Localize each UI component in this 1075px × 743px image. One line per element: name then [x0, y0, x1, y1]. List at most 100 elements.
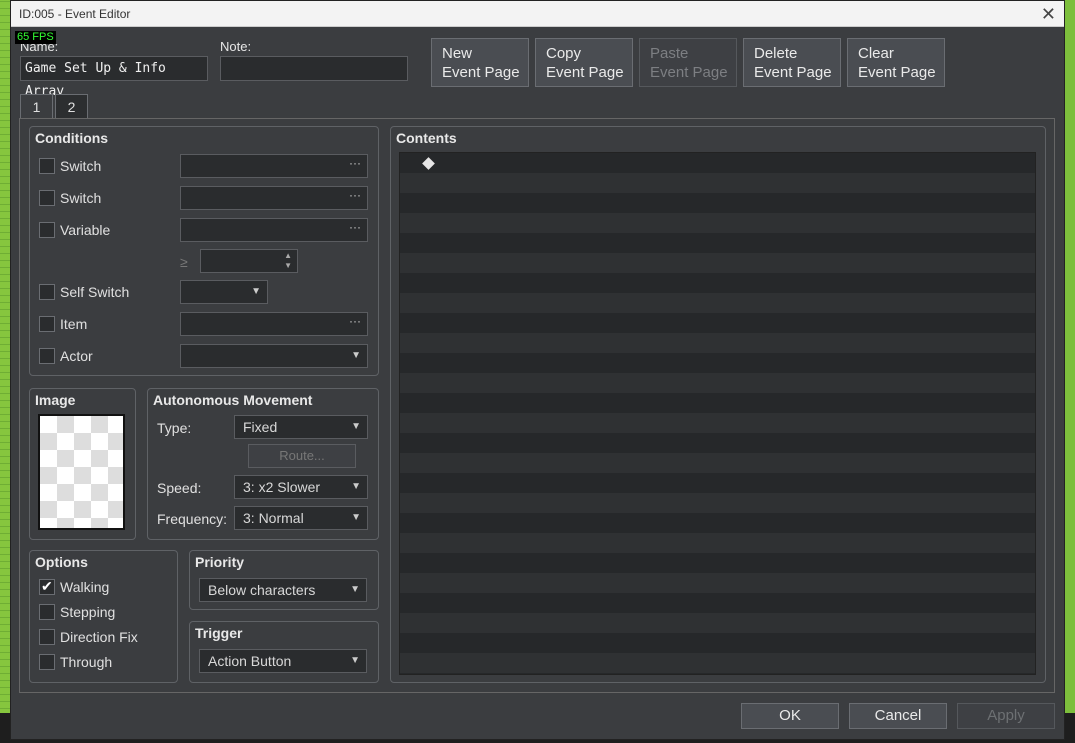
priority-title: Priority	[195, 554, 245, 570]
variable-checkbox[interactable]	[39, 222, 55, 238]
autonomous-movement-group: Autonomous Movement Type: Fixed ▼ Route..…	[147, 388, 379, 540]
frequency-label: Frequency:	[157, 511, 228, 527]
stepping-label: Stepping	[60, 604, 116, 620]
command-marker-icon[interactable]	[422, 157, 435, 170]
switch2-selector[interactable]: ···	[180, 186, 368, 210]
chevron-down-icon: ▼	[351, 481, 361, 492]
movement-title: Autonomous Movement	[153, 392, 313, 408]
note-field[interactable]	[220, 56, 408, 81]
speed-label: Speed:	[157, 480, 202, 496]
trigger-group: Trigger Action Button ▼	[189, 621, 379, 683]
new-event-page-button[interactable]: New Event Page	[431, 38, 529, 87]
direction-fix-checkbox[interactable]	[39, 629, 55, 645]
speed-value: 3: x2 Slower	[243, 479, 321, 495]
self-switch-label: Self Switch	[60, 284, 130, 300]
actor-label: Actor	[60, 348, 93, 364]
apply-button[interactable]: Apply	[957, 703, 1055, 729]
priority-value: Below characters	[208, 582, 316, 598]
title-bar: ID:005 - Event Editor ✕	[11, 1, 1064, 27]
actor-dropdown[interactable]: ▼	[180, 344, 368, 368]
speed-dropdown[interactable]: 3: x2 Slower ▼	[234, 475, 368, 499]
contents-group: Contents	[390, 126, 1046, 683]
switch1-checkbox[interactable]	[39, 158, 55, 174]
trigger-dropdown[interactable]: Action Button ▼	[199, 649, 367, 673]
paste-event-page-button[interactable]: Paste Event Page	[639, 38, 737, 87]
chevron-down-icon: ▼	[350, 584, 360, 595]
button-line: Paste	[650, 45, 689, 62]
ellipsis-icon: ···	[349, 188, 361, 202]
type-value: Fixed	[243, 419, 278, 435]
chevron-down-icon: ▼	[351, 512, 361, 523]
actor-checkbox[interactable]	[39, 348, 55, 364]
stepping-checkbox[interactable]	[39, 604, 55, 620]
conditions-group: Conditions Switch ··· Switch ··· Variabl…	[29, 126, 379, 376]
fps-counter: 65 FPS	[15, 31, 56, 44]
trigger-title: Trigger	[195, 625, 243, 641]
priority-dropdown[interactable]: Below characters ▼	[199, 578, 367, 602]
copy-event-page-button[interactable]: Copy Event Page	[535, 38, 633, 87]
clear-event-page-button[interactable]: Clear Event Page	[847, 38, 945, 87]
tab-page-2[interactable]: 2	[55, 94, 88, 119]
self-switch-dropdown[interactable]: ▼	[180, 280, 268, 304]
conditions-title: Conditions	[35, 130, 109, 146]
image-title: Image	[35, 392, 76, 408]
switch1-selector[interactable]: ···	[180, 154, 368, 178]
ellipsis-icon: ···	[349, 314, 361, 328]
trigger-value: Action Button	[208, 653, 292, 669]
button-line: Copy	[546, 45, 582, 62]
switch1-label: Switch	[60, 158, 102, 174]
event-editor-window: ID:005 - Event Editor ✕ 65 FPS Name: Gam…	[10, 0, 1065, 740]
button-line: Clear	[858, 45, 894, 62]
image-group: Image	[29, 388, 136, 540]
switch2-checkbox[interactable]	[39, 190, 55, 206]
options-group: Options Walking Stepping Direction Fix T…	[29, 550, 178, 683]
frequency-dropdown[interactable]: 3: Normal ▼	[234, 506, 368, 530]
chevron-down-icon: ▼	[351, 421, 361, 432]
walking-checkbox[interactable]	[39, 578, 55, 595]
variable-label: Variable	[60, 222, 111, 238]
event-page-area: Conditions Switch ··· Switch ··· Variabl…	[19, 118, 1055, 693]
chevron-down-icon: ▼	[251, 286, 261, 297]
options-title: Options	[35, 554, 88, 570]
item-label: Item	[60, 316, 88, 332]
priority-group: Priority Below characters ▼	[189, 550, 379, 610]
cancel-button[interactable]: Cancel	[849, 703, 947, 729]
self-switch-checkbox[interactable]	[39, 284, 55, 300]
chevron-down-icon: ▼	[350, 655, 360, 666]
through-label: Through	[60, 654, 113, 670]
direction-fix-label: Direction Fix	[60, 629, 138, 645]
button-line: Event Page	[754, 64, 832, 81]
window-title: ID:005 - Event Editor	[19, 7, 131, 21]
chevron-down-icon: ▼	[351, 350, 361, 361]
switch2-label: Switch	[60, 190, 102, 206]
delete-event-page-button[interactable]: Delete Event Page	[743, 38, 841, 87]
image-preview[interactable]	[38, 414, 125, 530]
variable-selector[interactable]: ···	[180, 218, 368, 242]
contents-title: Contents	[396, 130, 457, 146]
ellipsis-icon: ···	[349, 156, 361, 170]
button-line: Event Page	[546, 64, 624, 81]
event-command-list[interactable]	[399, 152, 1036, 675]
type-dropdown[interactable]: Fixed ▼	[234, 415, 368, 439]
close-icon[interactable]: ✕	[1041, 1, 1056, 27]
walking-label: Walking	[60, 579, 110, 595]
name-field[interactable]: Game Set Up & Info Array	[20, 56, 208, 99]
button-line: Delete	[754, 45, 798, 62]
gte-symbol: ≥	[180, 254, 188, 270]
type-label: Type:	[157, 420, 192, 436]
note-label: Note:	[220, 39, 252, 54]
tab-page-1[interactable]: 1	[20, 94, 53, 120]
button-line: Event Page	[442, 64, 520, 81]
variable-value-stepper[interactable]: ▲ ▼	[200, 249, 298, 273]
item-selector[interactable]: ···	[180, 312, 368, 336]
spin-down-icon[interactable]: ▼	[284, 255, 292, 277]
frequency-value: 3: Normal	[243, 510, 304, 526]
ellipsis-icon: ···	[349, 220, 361, 234]
button-line: Event Page	[650, 64, 728, 81]
ok-button[interactable]: OK	[741, 703, 839, 729]
through-checkbox[interactable]	[39, 654, 55, 670]
button-line: Event Page	[858, 64, 936, 81]
item-checkbox[interactable]	[39, 316, 55, 332]
button-line: New	[442, 45, 473, 62]
route-button[interactable]: Route...	[248, 444, 356, 468]
